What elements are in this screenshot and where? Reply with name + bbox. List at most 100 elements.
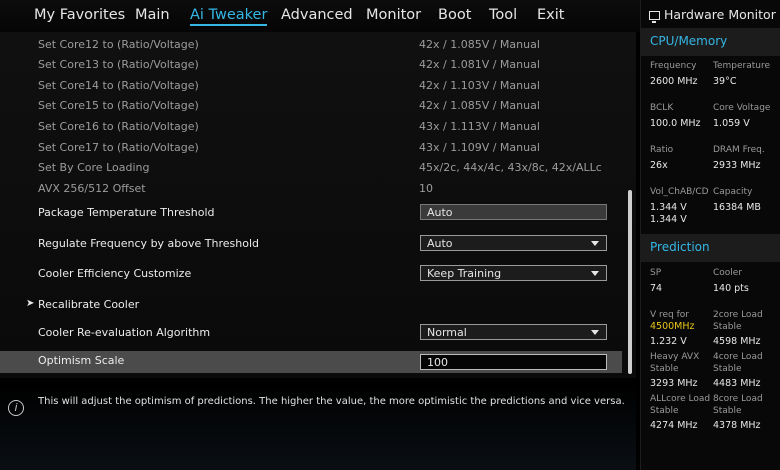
setting-value: 42x / 1.085V / Manual <box>419 38 540 51</box>
cpu-memory-title: CPU/Memory <box>650 34 728 48</box>
setting-label: Set Core16 to (Ratio/Voltage) <box>38 120 199 133</box>
setting-row-core17[interactable]: Set Core17 to (Ratio/Voltage) 43x / 1.10… <box>0 138 622 158</box>
submenu-recalibrate-cooler[interactable]: ➤ Recalibrate Cooler <box>0 295 622 315</box>
core2-stable-label: Stable <box>713 322 742 332</box>
dropdown-value: Keep Training <box>427 267 502 280</box>
optimism-scale-input[interactable]: 100 <box>420 354 607 370</box>
tab-main[interactable]: Main <box>135 7 170 23</box>
setting-label: Set Core14 to (Ratio/Voltage) <box>38 79 199 92</box>
hardware-monitor-sidebar: Hardware Monitor CPU/Memory Frequency Te… <box>640 0 780 470</box>
field-value: Auto <box>427 206 453 219</box>
tab-boot[interactable]: Boot <box>438 7 471 23</box>
allcore-label: ALLcore Load <box>650 394 711 404</box>
heavy-avx-label: Heavy AVX <box>650 352 700 362</box>
input-value: 100 <box>427 356 448 369</box>
ratio-value: 26x <box>650 160 668 171</box>
core4-label: 4core Load <box>713 352 763 362</box>
info-icon: i <box>8 400 24 416</box>
capacity-value: 16384 MB <box>713 202 761 213</box>
setting-value: 42x / 1.103V / Manual <box>419 79 540 92</box>
core2-label: 2core Load <box>713 310 763 320</box>
setting-label: Cooler Efficiency Customize <box>38 267 192 280</box>
vol-chab-label: Vol_ChAB/CD <box>650 187 709 197</box>
monitor-icon <box>649 11 660 23</box>
setting-row-by-core-loading[interactable]: Set By Core Loading 45x/2c, 44x/4c, 43x/… <box>0 158 622 178</box>
regulate-frequency-dropdown[interactable]: Auto <box>420 235 607 251</box>
cooler-value: 140 pts <box>713 283 749 294</box>
help-panel: i This will adjust the optimism of predi… <box>0 384 636 470</box>
setting-row-core15[interactable]: Set Core15 to (Ratio/Voltage) 42x / 1.08… <box>0 96 622 116</box>
heavy-avx-value: 3293 MHz <box>650 378 698 389</box>
core8-label: 8core Load <box>713 394 763 404</box>
top-menu-bar: My Favorites Main Ai Tweaker Advanced Mo… <box>0 0 640 32</box>
tab-tool[interactable]: Tool <box>489 7 517 23</box>
vreq-label: V req for <box>650 310 690 320</box>
core2-value: 4598 MHz <box>713 336 761 347</box>
help-text: This will adjust the optimism of predict… <box>38 396 625 407</box>
temperature-value: 39°C <box>713 76 737 87</box>
vreq-frequency: 4500MHz <box>650 321 695 332</box>
setting-label: Set Core12 to (Ratio/Voltage) <box>38 38 199 51</box>
hardware-monitor-title: Hardware Monitor <box>649 7 776 23</box>
ratio-label: Ratio <box>650 145 674 155</box>
setting-row-avx-offset[interactable]: AVX 256/512 Offset 10 <box>0 179 622 199</box>
core4-stable-label: Stable <box>713 364 742 374</box>
hardware-monitor-label: Hardware Monitor <box>664 7 776 22</box>
setting-row-core13[interactable]: Set Core13 to (Ratio/Voltage) 42x / 1.08… <box>0 55 622 75</box>
chevron-down-icon <box>591 330 599 335</box>
setting-value: 42x / 1.085V / Manual <box>419 99 540 112</box>
frequency-label: Frequency <box>650 61 697 71</box>
setting-label: Set By Core Loading <box>38 161 150 174</box>
setting-label: Recalibrate Cooler <box>38 298 140 311</box>
setting-label: Optimism Scale <box>38 354 125 367</box>
setting-label: AVX 256/512 Offset <box>38 182 146 195</box>
core4-value: 4483 MHz <box>713 378 761 389</box>
settings-panel: Set Core12 to (Ratio/Voltage) 42x / 1.08… <box>0 32 636 378</box>
sp-value: 74 <box>650 283 663 294</box>
setting-row-core12[interactable]: Set Core12 to (Ratio/Voltage) 42x / 1.08… <box>0 35 622 55</box>
setting-label: Regulate Frequency by above Threshold <box>38 237 259 250</box>
bclk-label: BCLK <box>650 103 674 113</box>
chevron-down-icon <box>591 241 599 246</box>
dropdown-value: Normal <box>427 326 467 339</box>
vol-cd-value: 1.344 V <box>650 214 687 225</box>
vreq-value: 1.232 V <box>650 336 687 347</box>
dram-freq-label: DRAM Freq. <box>713 145 765 155</box>
tab-ai-tweaker[interactable]: Ai Tweaker <box>190 7 268 26</box>
capacity-label: Capacity <box>713 187 753 197</box>
bclk-value: 100.0 MHz <box>650 118 701 129</box>
setting-row-core16[interactable]: Set Core16 to (Ratio/Voltage) 43x / 1.11… <box>0 117 622 137</box>
dram-freq-value: 2933 MHz <box>713 160 761 171</box>
core8-stable-label: Stable <box>713 406 742 416</box>
chevron-down-icon <box>591 271 599 276</box>
tab-exit[interactable]: Exit <box>537 7 564 23</box>
dropdown-value: Auto <box>427 237 453 250</box>
temperature-label: Temperature <box>713 61 771 71</box>
allcore-stable-label: Stable <box>650 406 679 416</box>
setting-value: 42x / 1.081V / Manual <box>419 58 540 71</box>
tab-monitor[interactable]: Monitor <box>366 7 421 23</box>
allcore-value: 4274 MHz <box>650 420 698 431</box>
setting-label: Cooler Re-evaluation Algorithm <box>38 326 211 339</box>
tab-my-favorites[interactable]: My Favorites <box>34 7 125 23</box>
cooler-reevaluation-dropdown[interactable]: Normal <box>420 324 607 340</box>
scrollbar[interactable] <box>628 190 632 374</box>
core-voltage-value: 1.059 V <box>713 118 750 129</box>
cooler-label: Cooler <box>713 268 743 278</box>
heavy-avx-stable-label: Stable <box>650 364 679 374</box>
setting-value: 45x/2c, 44x/4c, 43x/8c, 42x/ALLc <box>419 161 602 174</box>
tab-advanced[interactable]: Advanced <box>281 7 353 23</box>
setting-row-core14[interactable]: Set Core14 to (Ratio/Voltage) 42x / 1.10… <box>0 76 622 96</box>
core-voltage-label: Core Voltage <box>713 103 771 113</box>
setting-label: Set Core15 to (Ratio/Voltage) <box>38 99 199 112</box>
core8-value: 4378 MHz <box>713 420 761 431</box>
setting-value: 43x / 1.113V / Manual <box>419 120 540 133</box>
setting-value: 43x / 1.109V / Manual <box>419 141 540 154</box>
setting-label: Package Temperature Threshold <box>38 206 215 219</box>
vol-chab-value: 1.344 V <box>650 202 687 213</box>
prediction-title: Prediction <box>650 240 710 254</box>
package-temp-threshold-field: Auto <box>420 204 607 220</box>
cooler-efficiency-dropdown[interactable]: Keep Training <box>420 265 607 281</box>
submenu-arrow-icon: ➤ <box>26 298 35 309</box>
sp-label: SP <box>650 268 662 278</box>
